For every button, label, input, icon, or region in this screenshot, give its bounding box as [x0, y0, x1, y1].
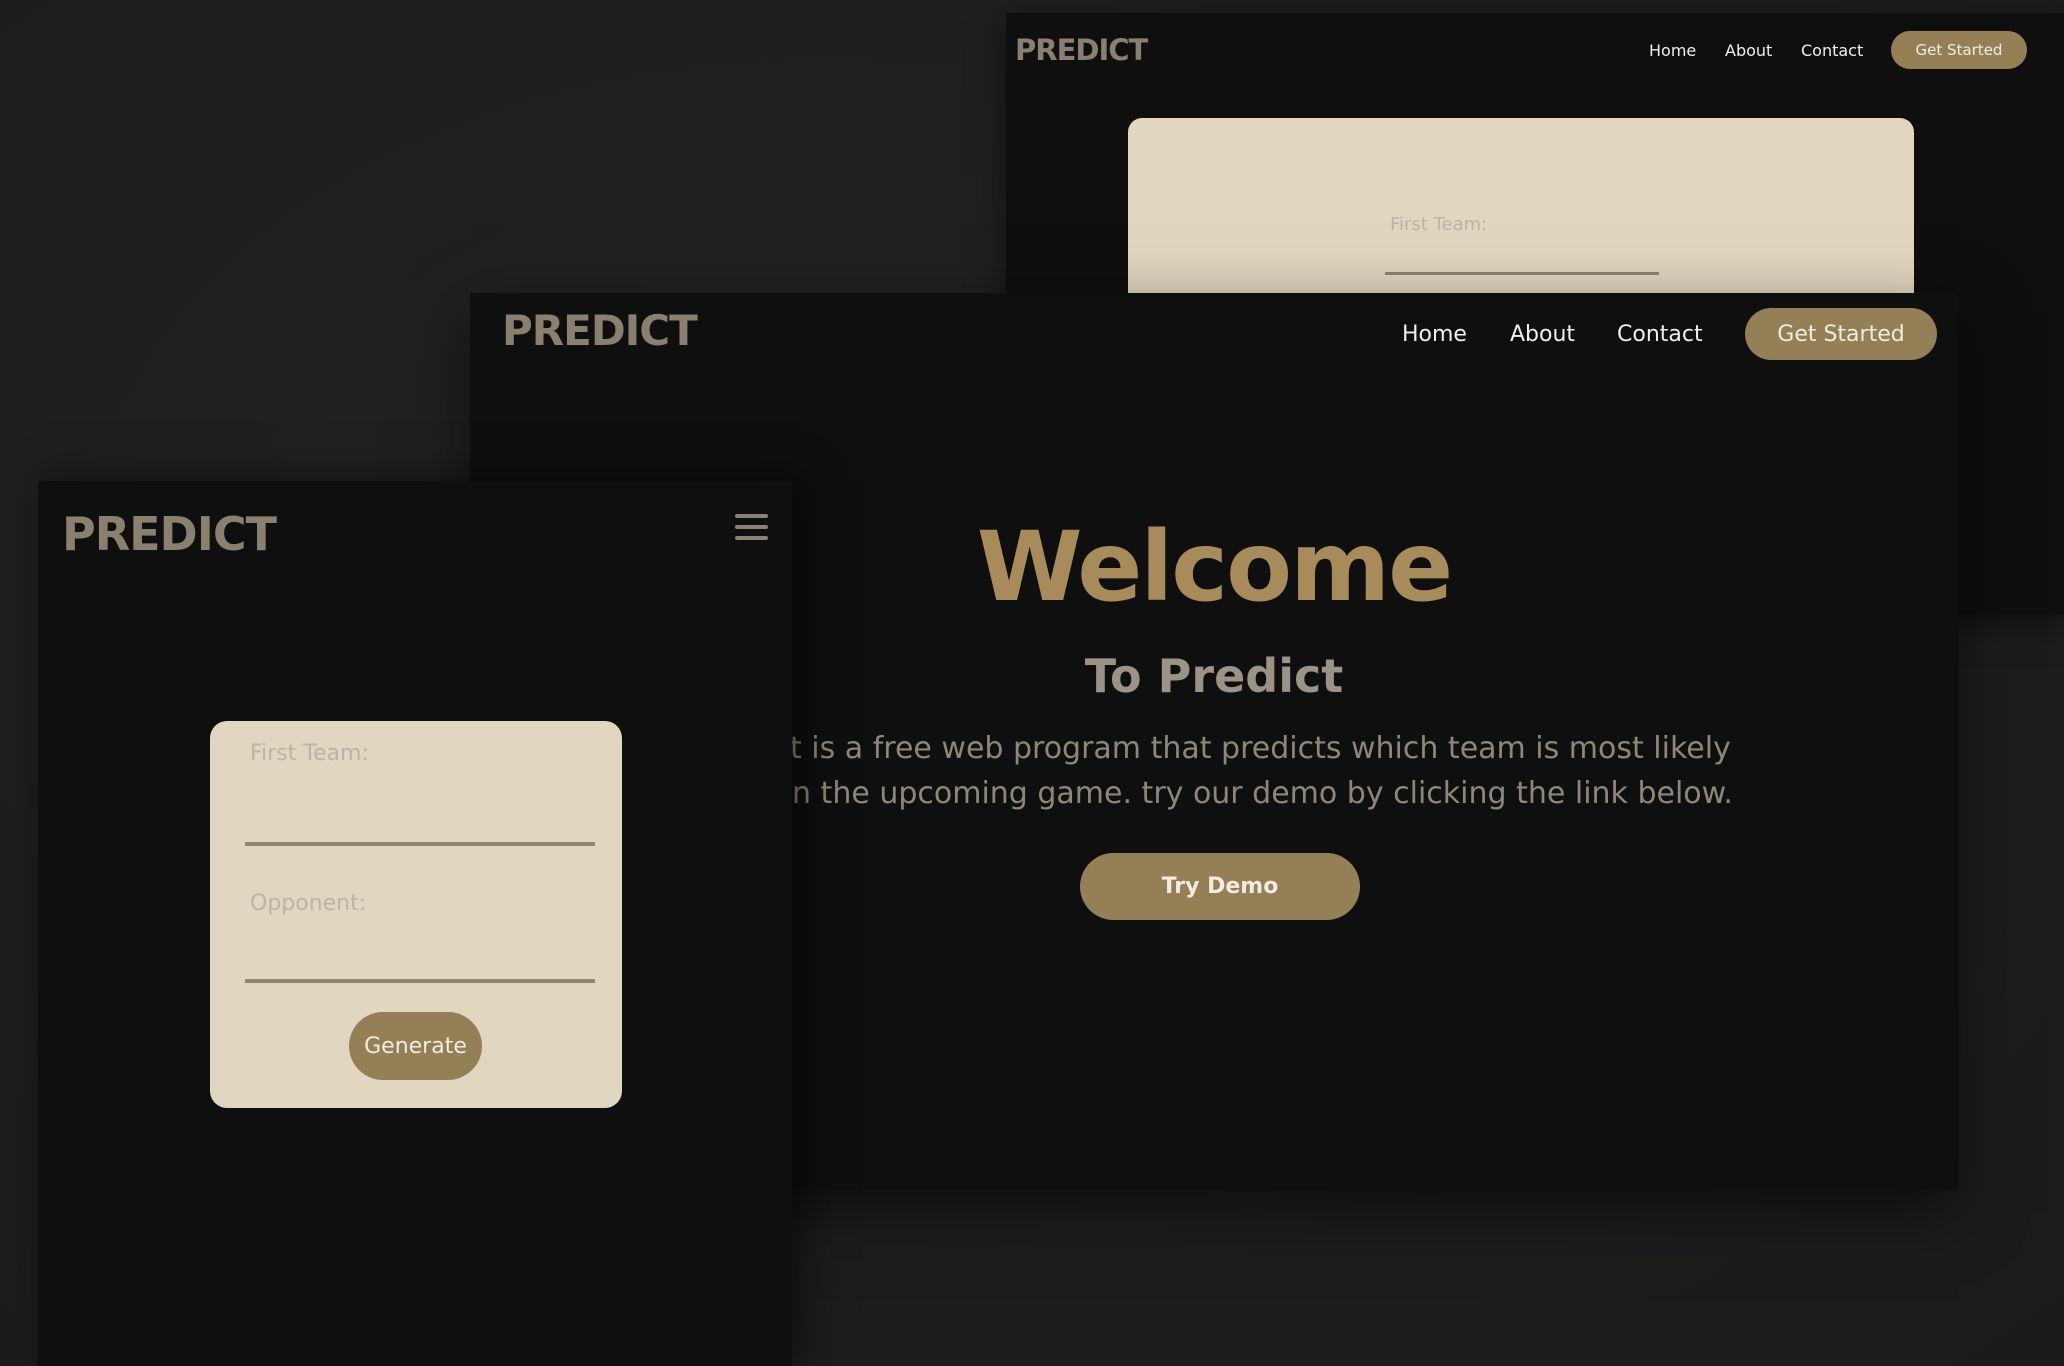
first-team-label: First Team: [250, 741, 369, 766]
prediction-form-card: First Team: Opponent: Generate [210, 721, 622, 1108]
nav-home-link[interactable]: Home [1402, 324, 1467, 346]
hero-description-line-1: t is a free web program that predicts wh… [790, 731, 1731, 766]
logo: PREDICT [62, 507, 277, 561]
nav-about-link[interactable]: About [1510, 324, 1575, 346]
nav-about-link[interactable]: About [1725, 43, 1772, 59]
logo: PREDICT [502, 306, 698, 355]
logo: PREDICT [1015, 33, 1148, 67]
get-started-button[interactable]: Get Started [1745, 308, 1937, 360]
opponent-label: Opponent: [250, 891, 367, 916]
first-team-label: First Team: [1390, 214, 1488, 235]
nav-home-link[interactable]: Home [1649, 43, 1696, 59]
opponent-input[interactable] [245, 979, 595, 983]
first-team-input[interactable] [1385, 272, 1659, 275]
first-team-input[interactable] [245, 842, 595, 846]
hero-description-line-2: n the upcoming game. try our demo by cli… [792, 776, 1733, 811]
screenshot-canvas: { "brand": { "logo": "PREDICT" }, "nav":… [0, 0, 2064, 1366]
hamburger-menu-icon[interactable] [735, 514, 768, 542]
try-demo-button[interactable]: Try Demo [1080, 853, 1360, 920]
generate-button[interactable]: Generate [349, 1012, 482, 1080]
mobile-form-window: PREDICT First Team: Opponent: Generate [38, 481, 792, 1366]
nav-contact-link[interactable]: Contact [1617, 324, 1703, 346]
nav-contact-link[interactable]: Contact [1801, 43, 1863, 59]
get-started-button[interactable]: Get Started [1891, 31, 2027, 69]
